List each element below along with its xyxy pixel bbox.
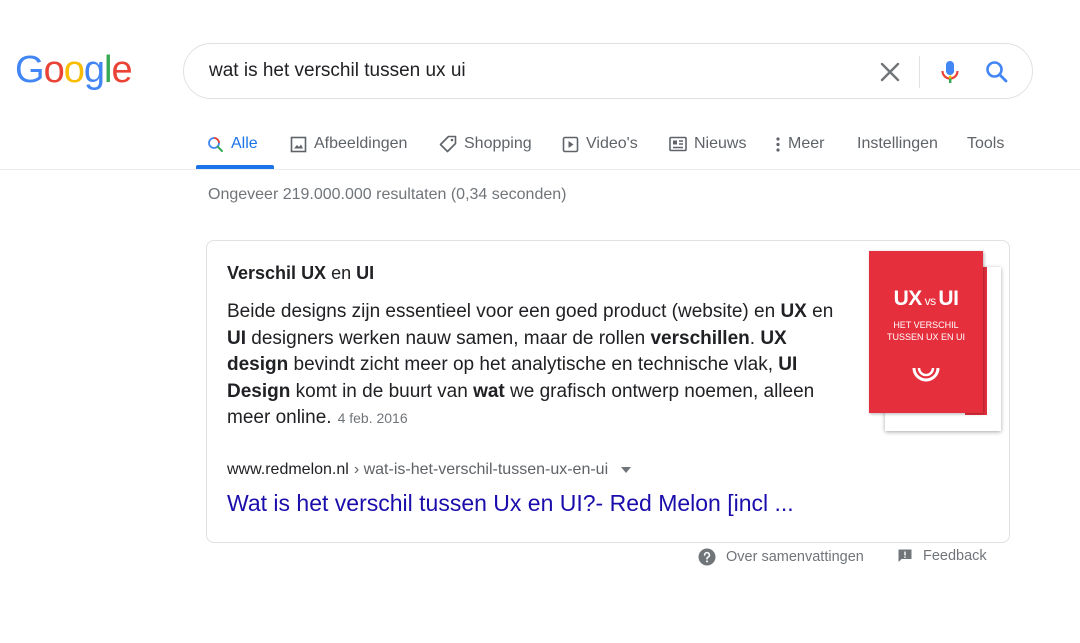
result-cite: www.redmelon.nl › wat-is-het-verschil-tu… [227,461,632,479]
thumbnail-title-ux: UX [893,287,923,310]
cite-path: › wat-is-het-verschil-tussen-ux-en-ui [353,461,609,478]
clear-search-button[interactable] [876,58,904,86]
snippet-title-term: UI [356,263,375,283]
search-button[interactable] [982,57,1012,87]
tab-nieuws[interactable]: Nieuws [669,120,746,168]
search-icon [208,136,223,152]
dropdown-arrow-icon[interactable] [621,467,632,473]
tab-label: Tools [967,135,1005,152]
news-icon [669,136,687,152]
snippet-body: Beide designs zijn essentieel voor een g… [227,299,847,432]
snippet-date: 4 feb. 2016 [337,410,408,426]
microphone-icon [941,61,959,83]
snippet-highlight: verschillen [650,327,750,349]
tab-videos[interactable]: Video's [562,120,638,168]
tab-label: Shopping [464,135,532,152]
about-snippets-link[interactable]: Over samenvattingen [698,548,864,566]
play-icon [562,136,579,152]
snippet-text: designers werken nauw samen, maar de rol… [246,327,651,349]
image-icon [290,136,307,152]
tab-alle[interactable]: Alle [207,120,258,168]
close-icon [880,62,900,82]
tab-label: Instellingen [857,135,938,152]
tab-label: Alle [231,135,258,152]
thumbnail-title: UX vs UI [869,287,983,311]
logo-letter: G [15,49,45,91]
help-circle-icon [698,548,716,566]
tab-shopping[interactable]: Shopping [439,120,532,168]
logo-letter: o [63,49,85,91]
snippet-text: en [806,301,834,322]
snippet-highlight: UX [780,301,807,322]
thumbnail-title-vs: vs [921,294,939,308]
logo-letter: g [83,49,105,91]
thumbnail-subtitle: HET VERSCHIL TUSSEN UX EN UI [886,320,965,342]
snippet-title-text: Verschil [227,263,302,283]
melon-logo-icon [912,367,940,382]
tab-meer[interactable]: Meer [775,120,824,168]
tab-label: Video's [586,135,638,152]
tab-afbeeldingen[interactable]: Afbeeldingen [290,120,407,168]
logo-letter: e [111,49,132,91]
cite-domain: www.redmelon.nl [227,461,349,478]
search-box[interactable]: wat is het verschil tussen ux ui [183,43,1033,99]
snippet-text: komt in de buurt van [290,380,474,402]
logo-letter: l [103,49,113,91]
about-snippets-label: Over samenvattingen [726,549,864,565]
thumbnail-cover: UX vs UI HET VERSCHIL TUSSEN UX EN UI [869,251,983,413]
search-tabs: Alle Afbeeldingen Shopping Video's Nieuw… [0,120,1080,170]
google-logo[interactable]: Google [15,49,133,91]
search-input[interactable]: wat is het verschil tussen ux ui [209,60,466,82]
snippet-highlight: UI [227,327,246,349]
thumbnail-title-ui: UI [938,287,959,310]
feedback-icon [898,549,912,562]
snippet-highlight: wat [473,380,505,402]
tab-label: Nieuws [694,135,747,152]
snippet-text: Beide designs zijn essentieel voor een g… [227,301,781,322]
snippet-thumbnail[interactable]: UX vs UI HET VERSCHIL TUSSEN UX EN UI [867,251,1003,433]
search-icon [986,61,1008,83]
featured-snippet: Verschil UX en UI Beide designs zijn ess… [206,240,1010,543]
feedback-label: Feedback [923,548,987,564]
tab-instellingen[interactable]: Instellingen [857,120,938,168]
logo-letter: o [43,49,65,91]
more-vert-icon [776,136,780,152]
tabs-divider [0,169,1080,170]
result-stats: Ongeveer 219.000.000 resultaten (0,34 se… [208,186,567,203]
tab-tools[interactable]: Tools [967,120,1004,168]
result-title-link[interactable]: Wat is het verschil tussen Ux en UI?- Re… [227,490,794,517]
snippet-title: Verschil UX en UI [227,263,374,284]
searchbox-divider [919,56,920,88]
tab-label: Meer [788,135,825,152]
voice-search-button[interactable] [934,56,966,88]
tab-label: Afbeeldingen [314,135,408,152]
feedback-link[interactable]: Feedback [897,548,987,564]
snippet-text: bevindt zicht meer op het analytische en… [288,354,779,375]
snippet-title-term: UX [301,263,327,283]
snippet-title-text: en [326,263,357,283]
tag-icon [439,135,457,153]
snippet-text: . [749,327,761,349]
